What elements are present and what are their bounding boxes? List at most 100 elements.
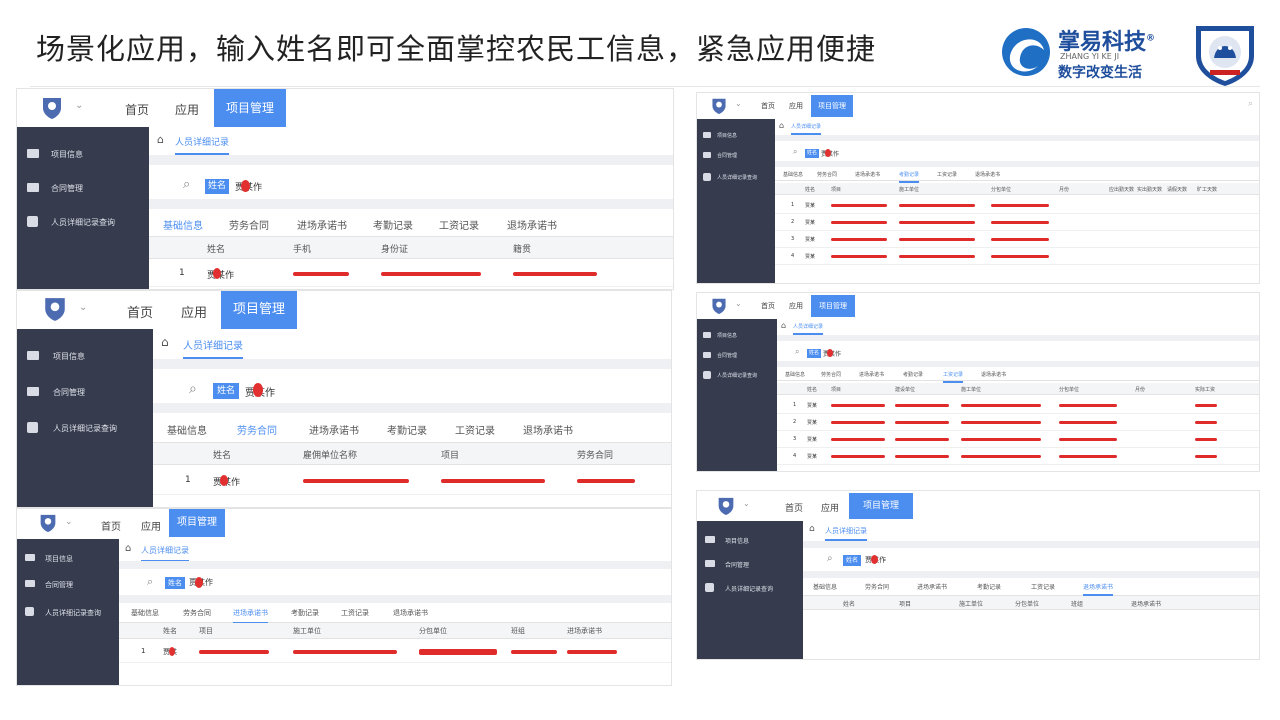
search-icon[interactable]: ⌕ <box>189 381 197 397</box>
chevron-down-icon[interactable]: ⌄ <box>735 99 742 108</box>
sidebar-item-contract[interactable]: 合同管理 <box>697 557 803 573</box>
sidebar-item-project-info[interactable]: 项目信息 <box>697 329 777 343</box>
tab-labor-contract[interactable]: 劳务合同 <box>229 217 269 232</box>
chevron-down-icon[interactable]: ⌄ <box>65 517 73 527</box>
search-icon[interactable]: ⌕ <box>795 347 799 357</box>
sidebar-item-person-query[interactable]: 人员详细记录查询 <box>697 581 803 597</box>
nav-apps[interactable]: 应用 <box>789 101 803 111</box>
nav-home[interactable]: 首页 <box>761 301 775 311</box>
tab-wage[interactable]: 工资记录 <box>943 371 964 383</box>
tab-exit-pledge[interactable]: 退场承诺书 <box>1083 582 1114 596</box>
breadcrumb-tab[interactable]: 人员详细记录 <box>175 135 230 155</box>
sidebar-item-project-info[interactable]: 项目信息 <box>697 129 775 143</box>
tab-basic-info[interactable]: 基础信息 <box>131 608 159 618</box>
sidebar-item-contract[interactable]: 合同管理 <box>17 383 153 403</box>
nav-home[interactable]: 首页 <box>101 518 121 533</box>
tab-labor-contract[interactable]: 劳务合同 <box>821 371 841 378</box>
tab-attendance[interactable]: 考勤记录 <box>373 217 413 232</box>
home-icon[interactable]: ⌂ <box>161 335 169 349</box>
sidebar-item-project-info[interactable]: 项目信息 <box>17 145 149 165</box>
search-icon[interactable]: ⌕ <box>793 147 797 157</box>
nav-home[interactable]: 首页 <box>127 302 153 321</box>
chevron-down-icon[interactable]: ⌄ <box>79 302 87 313</box>
table-row[interactable]: 1 贾某作 <box>149 261 673 287</box>
tab-entry-pledge[interactable]: 进场承诺书 <box>233 608 268 624</box>
tab-labor-contract[interactable]: 劳务合同 <box>237 422 277 445</box>
tab-entry-pledge[interactable]: 进场承诺书 <box>309 422 359 437</box>
tab-entry-pledge[interactable]: 进场承诺书 <box>917 582 947 591</box>
tab-entry-pledge[interactable]: 进场承诺书 <box>859 371 884 378</box>
nav-project-management[interactable]: 项目管理 <box>214 89 286 127</box>
tab-exit-pledge[interactable]: 退场承诺书 <box>981 371 1006 378</box>
chevron-down-icon[interactable]: ⌄ <box>75 100 83 111</box>
chevron-down-icon[interactable]: ⌄ <box>743 499 750 508</box>
tab-labor-contract[interactable]: 劳务合同 <box>183 608 211 618</box>
home-icon[interactable]: ⌂ <box>125 543 131 554</box>
table-row[interactable]: 1 贾某 <box>119 641 671 663</box>
tab-entry-pledge[interactable]: 进场承诺书 <box>297 217 347 232</box>
nav-project-management[interactable]: 项目管理 <box>221 291 297 329</box>
home-icon[interactable]: ⌂ <box>779 121 784 130</box>
sidebar-item-person-query[interactable]: 人员详细记录查询 <box>17 213 149 233</box>
table-row[interactable]: 4 贾某 <box>775 248 1259 265</box>
home-icon[interactable]: ⌂ <box>781 321 786 330</box>
nav-home[interactable]: 首页 <box>785 501 803 514</box>
tab-attendance[interactable]: 考勤记录 <box>291 608 319 618</box>
breadcrumb-tab[interactable]: 人员详细记录 <box>793 323 824 335</box>
nav-apps[interactable]: 应用 <box>141 518 161 533</box>
tab-entry-pledge[interactable]: 进场承诺书 <box>855 171 880 178</box>
sidebar-item-person-query[interactable]: 人员详细记录查询 <box>17 419 153 439</box>
tab-exit-pledge[interactable]: 退场承诺书 <box>393 608 428 618</box>
tab-basic-info[interactable]: 基础信息 <box>813 582 837 591</box>
tab-exit-pledge[interactable]: 退场承诺书 <box>975 171 1000 178</box>
chevron-down-icon[interactable]: ⌄ <box>735 299 742 308</box>
tab-basic-info[interactable]: 基础信息 <box>163 217 203 232</box>
tab-attendance[interactable]: 考勤记录 <box>899 171 920 183</box>
search-icon[interactable]: ⌕ <box>183 177 190 192</box>
nav-apps[interactable]: 应用 <box>821 501 839 514</box>
nav-apps[interactable]: 应用 <box>175 101 199 118</box>
tab-wage[interactable]: 工资记录 <box>439 217 479 232</box>
breadcrumb-tab[interactable]: 人员详细记录 <box>183 337 243 359</box>
table-row[interactable]: 4 贾某 <box>777 448 1259 465</box>
table-row[interactable]: 1 贾某 <box>777 397 1259 414</box>
tab-labor-contract[interactable]: 劳务合同 <box>817 171 837 178</box>
sidebar-item-project-info[interactable]: 项目信息 <box>17 347 153 367</box>
table-row[interactable]: 2 贾某 <box>777 414 1259 431</box>
sidebar-item-person-query[interactable]: 人员详细记录查询 <box>17 605 119 621</box>
nav-project-management[interactable]: 项目管理 <box>811 295 855 317</box>
tab-wage[interactable]: 工资记录 <box>1031 582 1055 591</box>
sidebar-item-person-query[interactable]: 人员详细记录查询 <box>697 369 777 383</box>
search-icon[interactable]: ⌕ <box>147 575 153 589</box>
sidebar-item-contract[interactable]: 合同管理 <box>697 349 777 363</box>
sidebar-item-person-query[interactable]: 人员详细记录查询 <box>697 171 775 185</box>
tab-exit-pledge[interactable]: 退场承诺书 <box>507 217 557 232</box>
tab-wage[interactable]: 工资记录 <box>937 171 957 178</box>
sidebar-item-project-info[interactable]: 项目信息 <box>697 533 803 549</box>
search-icon[interactable]: ⌕ <box>1248 99 1253 109</box>
tab-wage[interactable]: 工资记录 <box>455 422 495 437</box>
breadcrumb-tab[interactable]: 人员详细记录 <box>825 526 867 541</box>
breadcrumb-tab[interactable]: 人员详细记录 <box>141 545 189 562</box>
home-icon[interactable]: ⌂ <box>809 524 815 534</box>
home-icon[interactable]: ⌂ <box>157 133 164 146</box>
nav-project-management[interactable]: 项目管理 <box>811 95 853 117</box>
tab-attendance[interactable]: 考勤记录 <box>977 582 1001 591</box>
nav-apps[interactable]: 应用 <box>789 301 803 311</box>
table-row[interactable]: 3 贾某 <box>775 231 1259 248</box>
tab-attendance[interactable]: 考勤记录 <box>903 371 923 378</box>
table-row[interactable]: 2 贾某 <box>775 214 1259 231</box>
table-row[interactable]: 1 贾某 <box>775 197 1259 214</box>
tab-basic-info[interactable]: 基础信息 <box>783 171 803 178</box>
nav-home[interactable]: 首页 <box>761 101 775 111</box>
nav-project-management[interactable]: 项目管理 <box>169 509 225 537</box>
table-row[interactable]: 3 贾某 <box>777 431 1259 448</box>
tab-basic-info[interactable]: 基础信息 <box>167 422 207 437</box>
table-row[interactable]: 1 贾某作 <box>153 467 671 495</box>
breadcrumb-tab[interactable]: 人员详细记录 <box>791 123 822 135</box>
sidebar-item-contract[interactable]: 合同管理 <box>697 149 775 163</box>
sidebar-item-contract[interactable]: 合同管理 <box>17 577 119 593</box>
sidebar-item-project-info[interactable]: 项目信息 <box>17 551 119 567</box>
tab-labor-contract[interactable]: 劳务合同 <box>865 582 889 591</box>
tab-attendance[interactable]: 考勤记录 <box>387 422 427 437</box>
